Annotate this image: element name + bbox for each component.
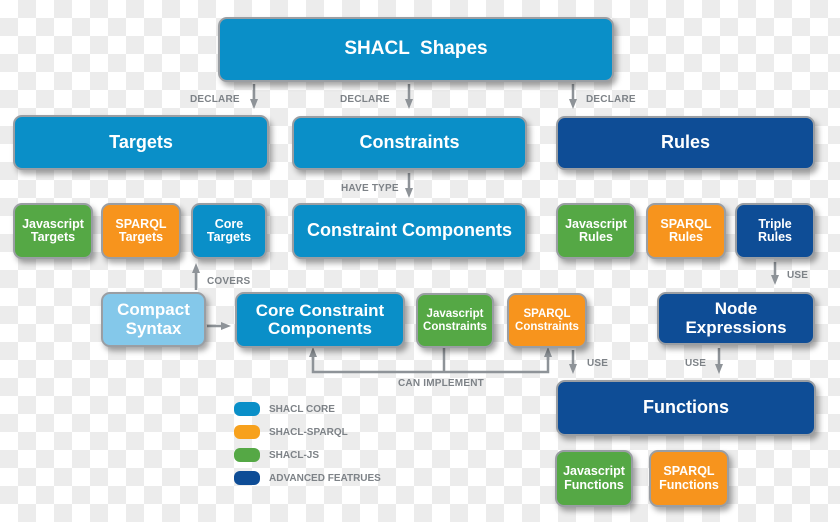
node-label: Constraints [359,132,460,153]
node-core-targets: Core Targets [191,203,267,259]
label-declare-constraints: DECLARE [340,94,390,105]
node-label: Javascript Functions [563,464,625,492]
node-compact-syntax: Compact Syntax [101,292,206,347]
legend-swatch [234,402,260,416]
legend-item-shacl-sparql: SHACL-SPARQL [234,425,348,439]
node-shacl-shapes: SHACL Shapes [218,17,614,82]
node-label: Core Targets [206,216,252,244]
legend-swatch [234,471,260,485]
label-use-sparql-constraints: USE [587,358,609,369]
node-node-expressions: Node Expressions [657,292,815,345]
label-can-implement: CAN IMPLEMENT [398,378,484,389]
node-label: Functions [643,397,729,418]
node-javascript-rules: Javascript Rules [556,203,636,259]
node-label: SPARQL Rules [660,216,712,244]
node-label: SPARQL Constraints [515,308,579,333]
node-label: Node Expressions [685,299,787,337]
node-constraints: Constraints [292,116,527,170]
node-javascript-functions: Javascript Functions [555,450,633,507]
label-have-type: HAVE TYPE [341,183,399,194]
node-label: Targets [109,131,173,152]
node-core-constraint-components: Core Constraint Components [235,292,405,348]
node-label: SHACL Shapes [344,38,488,60]
node-triple-rules: Triple Rules [735,203,815,259]
node-rules: Rules [556,116,815,170]
node-constraint-components: Constraint Components [292,203,527,259]
label-use-triple: USE [787,270,809,281]
node-sparql-targets: SPARQL Targets [101,203,181,259]
node-label: Javascript Constraints [423,308,487,333]
legend-label: SHACL-SPARQL [269,426,348,438]
node-label: Javascript Targets [22,216,84,244]
legend-label: SHACL CORE [269,403,335,415]
label-declare-rules: DECLARE [586,94,636,105]
node-label: Compact Syntax [117,300,190,338]
node-label: SPARQL Targets [115,216,167,244]
legend-item-shacl-js: SHACL-JS [234,448,319,462]
legend-swatch [234,425,260,439]
legend-label: ADVANCED FEATRUES [269,472,381,484]
node-sparql-functions: SPARQL Functions [649,450,729,507]
node-label: Constraint Components [307,220,512,241]
node-label: Javascript Rules [565,216,627,244]
node-targets: Targets [13,115,269,170]
legend-item-shacl-core: SHACL CORE [234,402,335,416]
label-use-node-expressions: USE [685,358,707,369]
legend-label: SHACL-JS [269,449,320,461]
node-javascript-constraints: Javascript Constraints [416,293,494,348]
node-label: Triple Rules [757,216,793,244]
can-implement-bus [311,352,550,374]
legend-item-advanced-features: ADVANCED FEATRUES [234,471,381,485]
node-label: Core Constraint Components [255,300,385,338]
node-functions: Functions [556,380,816,436]
legend-swatch [234,448,260,462]
node-label: SPARQL Functions [659,464,719,492]
node-sparql-rules: SPARQL Rules [646,203,726,259]
node-sparql-constraints: SPARQL Constraints [507,293,587,348]
label-covers: COVERS [207,276,251,287]
node-label: Rules [660,132,711,153]
node-javascript-targets: Javascript Targets [13,203,93,259]
label-declare-targets: DECLARE [190,94,240,105]
